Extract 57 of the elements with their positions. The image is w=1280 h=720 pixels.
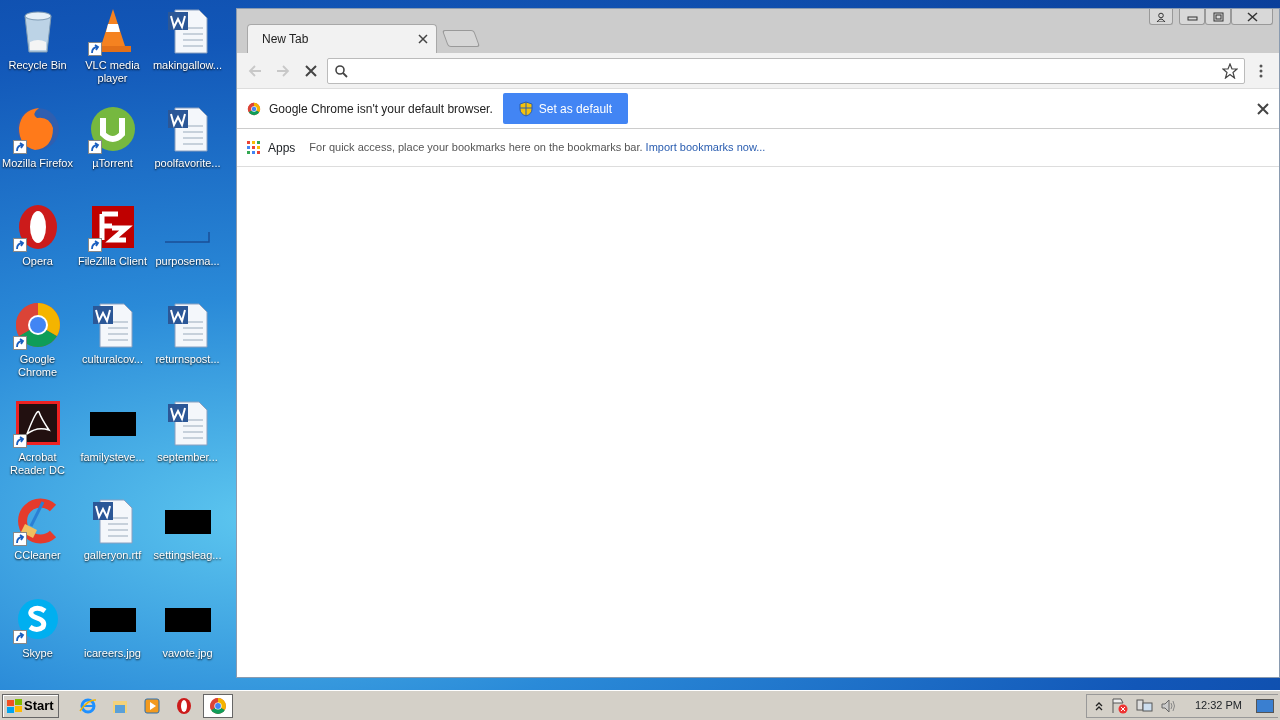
browser-tab[interactable]: New Tab xyxy=(247,24,437,53)
star-icon[interactable] xyxy=(1222,62,1238,79)
icon-label[interactable]: purposema... xyxy=(155,255,220,268)
icon-label[interactable]: Recycle Bin xyxy=(8,59,67,72)
start-button[interactable]: Start xyxy=(2,693,59,718)
forward-icon xyxy=(275,62,291,79)
apps-shortcut[interactable]: Apps xyxy=(268,138,296,157)
maximize-icon xyxy=(1212,11,1224,22)
minimize-button[interactable] xyxy=(1179,9,1205,25)
search-icon xyxy=(334,63,348,78)
close-icon xyxy=(1246,11,1258,22)
close-icon[interactable] xyxy=(418,34,428,44)
taskbar-button[interactable] xyxy=(202,693,233,718)
icon-label[interactable]: poolfavorite... xyxy=(154,157,221,170)
icon-label[interactable]: culturalcov... xyxy=(82,353,143,366)
icon-label[interactable]: september... xyxy=(157,451,218,464)
chrome-icon xyxy=(208,696,227,715)
import-bookmarks-link[interactable]: Import bookmarks now... xyxy=(645,139,766,156)
icon-label[interactable]: FileZilla Client xyxy=(77,255,148,268)
icon-label[interactable]: Mozilla Firefox xyxy=(2,157,73,170)
chrome-icon xyxy=(247,101,261,116)
show-desktop-icon[interactable] xyxy=(1256,698,1274,713)
network-icon[interactable] xyxy=(1135,698,1153,713)
icon-label[interactable]: familysteve... xyxy=(80,451,145,464)
maximize-button[interactable] xyxy=(1205,9,1231,25)
icon-label[interactable]: makingallow... xyxy=(152,59,223,72)
close-button[interactable] xyxy=(1231,9,1273,25)
back-icon xyxy=(247,62,263,79)
icon-label[interactable]: returnspost... xyxy=(155,353,220,366)
icon-label[interactable]: vavote.jpg xyxy=(162,647,213,660)
icon-label[interactable]: µTorrent xyxy=(92,157,133,170)
icon-label[interactable]: VLC media player xyxy=(75,59,150,85)
icon-label[interactable]: galleryon.rtf xyxy=(83,549,142,562)
shield-icon xyxy=(518,100,533,117)
set-default-button[interactable]: Set as default xyxy=(502,93,629,124)
infobar-message: Google Chrome isn't your default browser. xyxy=(269,100,493,118)
profile-button[interactable] xyxy=(1149,9,1173,25)
windows-logo-icon xyxy=(7,698,22,713)
clock[interactable]: 12:32 PM xyxy=(1194,697,1242,714)
play-icon xyxy=(142,696,161,715)
person-icon xyxy=(1156,11,1166,22)
stop-icon xyxy=(303,62,319,79)
opera-icon xyxy=(174,696,193,715)
icon-label[interactable]: Acrobat Reader DC xyxy=(0,451,75,477)
icon-label[interactable]: Skype xyxy=(22,647,53,660)
apps-grid-icon[interactable] xyxy=(247,141,260,154)
internet-explorer-icon xyxy=(78,696,97,715)
icon-label[interactable]: settingsleag... xyxy=(153,549,222,562)
close-icon[interactable] xyxy=(1257,102,1269,115)
icon-label[interactable]: icareers.jpg xyxy=(84,647,141,660)
bookmarks-hint: For quick access, place your bookmarks here on the bookmarks bar. xyxy=(309,140,643,156)
chevron-up-icon[interactable] xyxy=(1094,700,1103,711)
icon-label[interactable]: CCleaner xyxy=(14,549,61,562)
speaker-icon[interactable] xyxy=(1160,697,1177,714)
icon-label[interactable]: Opera xyxy=(22,255,53,268)
icon-label[interactable]: Google Chrome xyxy=(0,353,75,379)
flag-warning-icon[interactable] xyxy=(1110,697,1128,714)
